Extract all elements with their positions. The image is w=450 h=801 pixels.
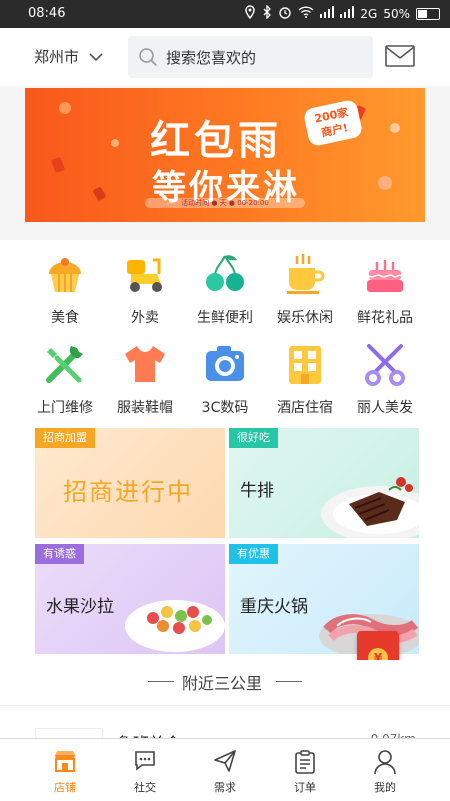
fruit-salad-image bbox=[123, 582, 225, 654]
location-icon bbox=[244, 5, 256, 22]
scissors-icon bbox=[363, 342, 407, 386]
nearby-section-header: 附近三公里 bbox=[0, 660, 450, 705]
promo-cards: 招商加盟 招商进行中 很好吃 牛排 有诱惑 水果沙拉 有优惠 重庆火锅 bbox=[0, 424, 450, 660]
status-icons: 2G 50% bbox=[244, 4, 440, 22]
chevron-down-icon bbox=[89, 48, 103, 66]
alarm-icon bbox=[278, 5, 292, 22]
city-selector[interactable]: 郑州市 bbox=[34, 46, 103, 67]
divider-right bbox=[276, 681, 302, 682]
tab-orders[interactable]: 订单 bbox=[260, 739, 350, 801]
city-name: 郑州市 bbox=[34, 48, 80, 66]
bluetooth-icon bbox=[262, 4, 272, 22]
category-label: 服装鞋帽 bbox=[117, 400, 173, 416]
category-item[interactable]: 美食 bbox=[20, 244, 110, 334]
promo-title: 牛排 bbox=[240, 481, 274, 501]
network-type: 2G bbox=[360, 6, 378, 21]
building-icon bbox=[283, 342, 327, 386]
status-bar: 08:46 2G 50% bbox=[0, 0, 450, 28]
promo-card[interactable]: 很好吃 牛排 bbox=[229, 428, 419, 538]
tools-icon bbox=[43, 342, 87, 386]
header: 郑州市 搜索您喜欢的 bbox=[0, 28, 450, 86]
tab-mine[interactable]: 我的 bbox=[340, 739, 430, 801]
promo-title: 招商进行中 bbox=[63, 478, 193, 506]
tab-label: 我的 bbox=[374, 781, 396, 794]
nearby-title: 附近三公里 bbox=[182, 674, 263, 693]
bottom-tab-bar: 店铺 社交 需求 订单 我的 bbox=[0, 738, 450, 801]
scooter-icon bbox=[123, 252, 167, 296]
search-icon bbox=[138, 47, 158, 71]
cupcake-icon bbox=[43, 252, 87, 296]
battery-icon bbox=[416, 7, 440, 20]
cake-icon bbox=[363, 252, 407, 296]
wifi-icon bbox=[298, 6, 314, 21]
steak-image bbox=[319, 464, 419, 538]
promo-title: 重庆火锅 bbox=[240, 597, 308, 617]
search-input[interactable]: 搜索您喜欢的 bbox=[128, 36, 373, 78]
category-label: 生鲜便利 bbox=[197, 310, 253, 326]
category-item[interactable]: 酒店住宿 bbox=[260, 334, 350, 424]
category-label: 丽人美发 bbox=[357, 400, 413, 416]
category-item[interactable]: 鲜花礼品 bbox=[340, 244, 430, 334]
promo-card[interactable]: 有诱惑 水果沙拉 bbox=[35, 544, 225, 654]
category-grid: 美食 外卖 生鲜便利 娱乐休闲 鲜花礼品 上门维修 服装鞋帽 3C数码 酒店住宿… bbox=[0, 240, 450, 424]
promo-card[interactable]: 招商加盟 招商进行中 bbox=[35, 428, 225, 538]
category-label: 美食 bbox=[51, 310, 79, 326]
promo-title: 水果沙拉 bbox=[46, 597, 114, 617]
tab-label: 需求 bbox=[214, 781, 236, 794]
category-item[interactable]: 生鲜便利 bbox=[180, 244, 270, 334]
search-placeholder: 搜索您喜欢的 bbox=[166, 49, 257, 67]
envelope-icon bbox=[385, 45, 415, 72]
tab-social[interactable]: 社交 bbox=[100, 739, 190, 801]
category-label: 鲜花礼品 bbox=[357, 310, 413, 326]
signal-icon bbox=[320, 6, 335, 21]
category-label: 酒店住宿 bbox=[277, 400, 333, 416]
category-item[interactable]: 服装鞋帽 bbox=[100, 334, 190, 424]
coffee-cup-icon bbox=[283, 252, 327, 296]
tab-label: 店铺 bbox=[54, 781, 76, 794]
category-item[interactable]: 娱乐休闲 bbox=[260, 244, 350, 334]
promo-badge: 有诱惑 bbox=[35, 544, 84, 564]
status-time: 08:46 bbox=[28, 6, 66, 21]
tab-label: 社交 bbox=[134, 781, 156, 794]
camera-icon bbox=[203, 342, 247, 386]
category-item[interactable]: 外卖 bbox=[100, 244, 190, 334]
category-label: 上门维修 bbox=[37, 400, 93, 416]
tab-shop[interactable]: 店铺 bbox=[20, 739, 110, 801]
category-label: 娱乐休闲 bbox=[277, 310, 333, 326]
battery-fill bbox=[418, 9, 427, 18]
category-label: 外卖 bbox=[131, 310, 159, 326]
category-item[interactable]: 3C数码 bbox=[180, 334, 270, 424]
category-item[interactable]: 上门维修 bbox=[20, 334, 110, 424]
promo-banner[interactable]: 红包雨 等你来淋 200家 商户! 活动时间 ● 天 ● 00-20:00 bbox=[25, 88, 425, 222]
tab-label: 订单 bbox=[294, 781, 316, 794]
category-item[interactable]: 丽人美发 bbox=[340, 334, 430, 424]
promo-badge: 很好吃 bbox=[229, 428, 278, 448]
message-button[interactable] bbox=[385, 44, 415, 72]
tab-demand[interactable]: 需求 bbox=[180, 739, 270, 801]
promo-badge: 有优惠 bbox=[229, 544, 278, 564]
signal-2g-icon bbox=[340, 6, 355, 21]
promo-badge: 招商加盟 bbox=[35, 428, 95, 448]
banner-title: 红包雨 bbox=[150, 118, 282, 164]
tshirt-icon bbox=[123, 342, 167, 386]
divider-left bbox=[148, 681, 174, 682]
battery-percent: 50% bbox=[383, 6, 410, 21]
cherries-icon bbox=[203, 252, 247, 296]
list-item[interactable]: 鲁班美食 0.07km bbox=[0, 705, 450, 753]
category-label: 3C数码 bbox=[201, 400, 249, 416]
banner-footer: 活动时间 ● 天 ● 00-20:00 bbox=[145, 198, 305, 208]
